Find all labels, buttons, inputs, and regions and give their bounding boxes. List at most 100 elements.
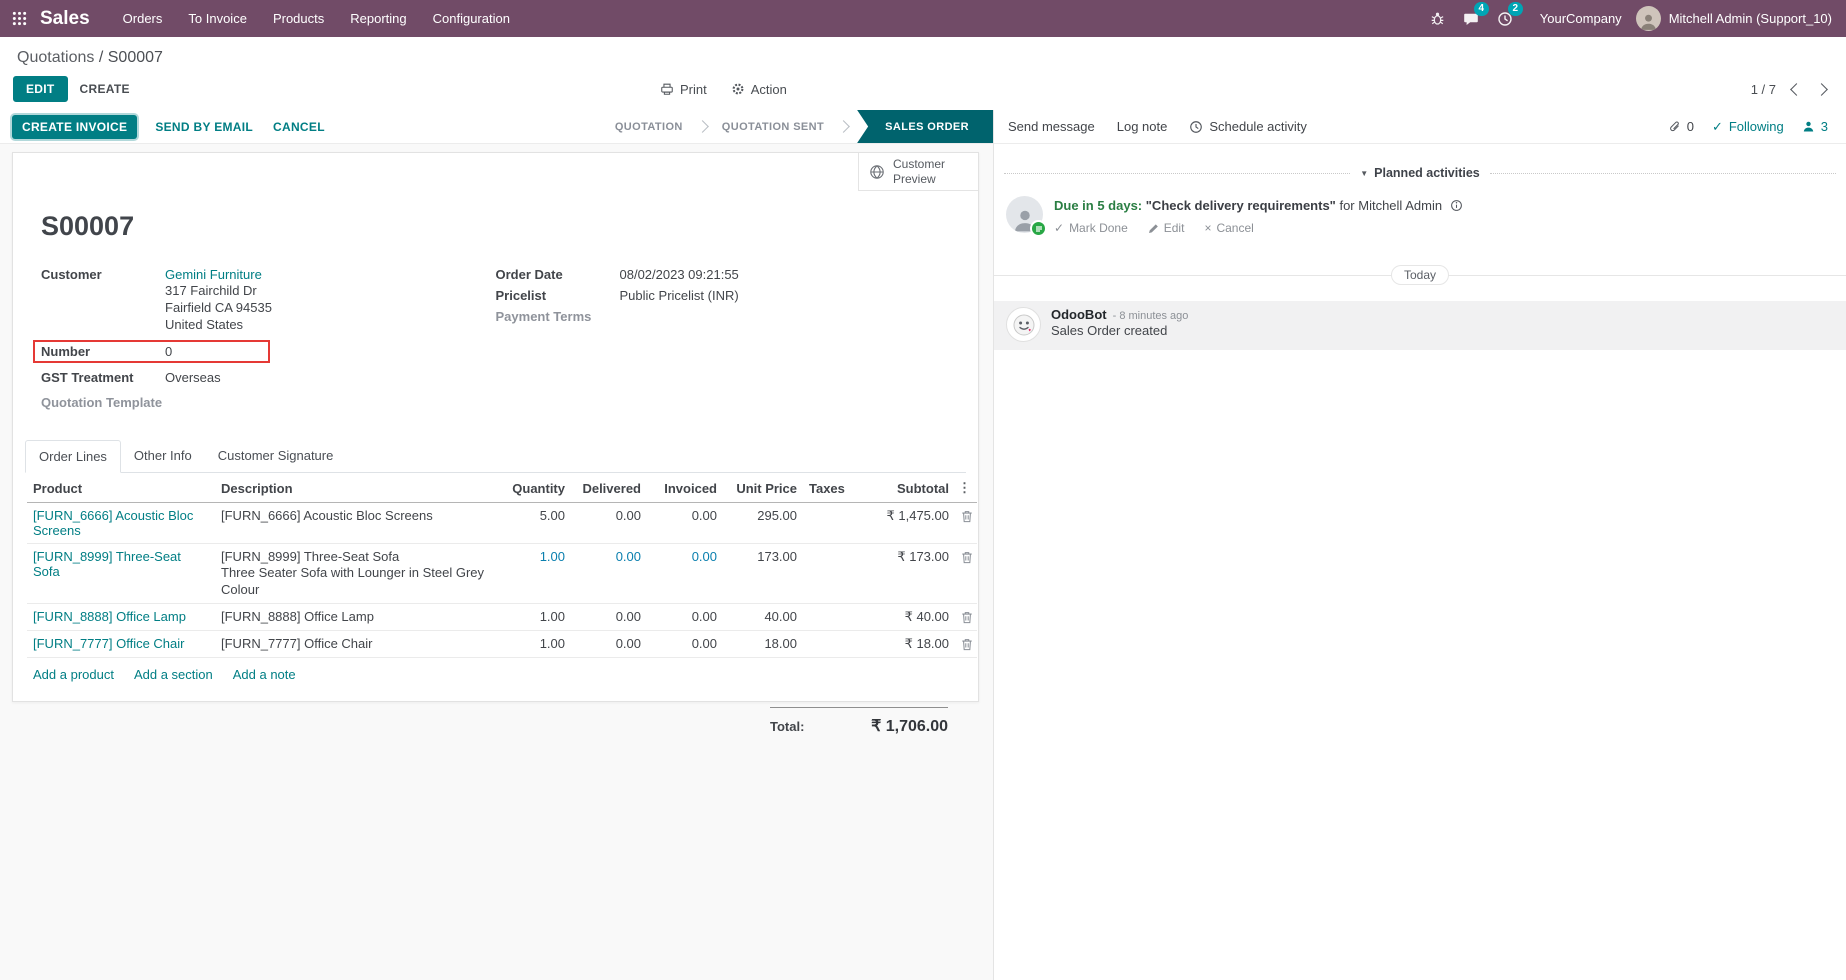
line-unit-price: 18.00	[723, 631, 803, 658]
attachments-button[interactable]: 0	[1668, 119, 1694, 134]
tab-order-lines[interactable]: Order Lines	[25, 440, 121, 473]
menu-to-invoice[interactable]: To Invoice	[175, 0, 260, 37]
pager-previous-icon[interactable]	[1790, 83, 1803, 96]
delete-line-icon[interactable]	[961, 611, 971, 624]
delete-line-icon[interactable]	[961, 551, 971, 564]
control-panel: EDIT CREATE Print Action 1 / 7	[0, 69, 1846, 110]
line-quantity: 5.00	[497, 503, 571, 544]
customer-preview-button[interactable]: Customer Preview	[858, 153, 978, 191]
notebook-tabs: Order Lines Other Info Customer Signatur…	[25, 439, 966, 473]
close-icon: ×	[1204, 221, 1211, 235]
menu-configuration[interactable]: Configuration	[420, 0, 523, 37]
line-description: [FURN_8999] Three-Seat Sofa	[221, 549, 491, 564]
log-note-button[interactable]: Log note	[1117, 119, 1168, 134]
planned-activities-header[interactable]: ▼ Planned activities	[1004, 166, 1836, 180]
apps-grid-icon[interactable]	[0, 11, 38, 26]
followers-button[interactable]: 3	[1802, 119, 1828, 134]
debug-bug-icon[interactable]	[1421, 5, 1454, 32]
activities-clock-icon[interactable]: 2	[1488, 5, 1522, 33]
activity-due: Due in 5 days:	[1054, 198, 1142, 213]
mark-done-button[interactable]: ✓ Mark Done	[1054, 221, 1128, 235]
menu-reporting[interactable]: Reporting	[337, 0, 419, 37]
order-line-row: [FURN_6666] Acoustic Bloc Screens [FURN_…	[27, 503, 977, 544]
order-total: Total: ₹ 1,706.00	[770, 707, 948, 736]
stage-sales-order[interactable]: SALES ORDER	[857, 110, 993, 143]
odoobot-avatar	[1006, 307, 1041, 342]
top-navbar: Sales Orders To Invoice Products Reporti…	[0, 0, 1846, 37]
message-body: Sales Order created	[1051, 323, 1188, 338]
customer-link[interactable]: Gemini Furniture	[165, 267, 262, 282]
info-icon[interactable]	[1450, 199, 1463, 212]
breadcrumb-quotations[interactable]: Quotations	[17, 49, 94, 66]
customer-label: Customer	[41, 267, 165, 282]
line-subtotal: ₹ 1,475.00	[859, 503, 955, 544]
activity-type-badge	[1030, 220, 1047, 237]
add-a-product-link[interactable]: Add a product	[33, 667, 114, 682]
pager-next-icon[interactable]	[1815, 83, 1828, 96]
product-link[interactable]: [FURN_7777] Office Chair	[33, 636, 185, 651]
add-a-section-link[interactable]: Add a section	[134, 667, 213, 682]
following-label: Following	[1729, 119, 1784, 134]
gst-treatment-label: GST Treatment	[41, 370, 165, 385]
activity-summary: "Check delivery requirements"	[1146, 198, 1336, 213]
col-quantity: Quantity	[497, 473, 571, 503]
attachments-count: 0	[1687, 119, 1694, 134]
activity-item: Due in 5 days: "Check delivery requireme…	[994, 180, 1846, 235]
gst-treatment-value: Overseas	[165, 370, 221, 385]
line-unit-price: 173.00	[723, 544, 803, 604]
menu-products[interactable]: Products	[260, 0, 337, 37]
tab-customer-signature[interactable]: Customer Signature	[205, 440, 347, 473]
cancel-button[interactable]: CANCEL	[263, 115, 335, 139]
line-unit-price: 295.00	[723, 503, 803, 544]
send-message-button[interactable]: Send message	[1008, 119, 1095, 134]
tab-other-info[interactable]: Other Info	[121, 440, 205, 473]
action-button[interactable]: Action	[731, 82, 787, 97]
stage-quotation[interactable]: QUOTATION	[601, 110, 697, 143]
menu-orders[interactable]: Orders	[110, 0, 176, 37]
col-subtotal: Subtotal	[859, 473, 955, 503]
add-a-note-link[interactable]: Add a note	[233, 667, 296, 682]
form-sheet: Customer Preview S00007 Customer Gemini …	[12, 152, 979, 702]
paperclip-icon	[1668, 120, 1681, 133]
edit-button[interactable]: EDIT	[13, 76, 68, 102]
line-taxes	[803, 544, 859, 604]
dotted-divider	[1004, 173, 1350, 174]
schedule-activity-button[interactable]: Schedule activity	[1189, 119, 1307, 134]
activity-avatar	[1006, 196, 1043, 233]
pricelist-label: Pricelist	[496, 288, 620, 303]
line-description: [FURN_6666] Acoustic Bloc Screens	[215, 503, 497, 544]
quotation-template-label: Quotation Template	[41, 395, 165, 410]
create-button[interactable]: CREATE	[68, 77, 142, 101]
stage-quotation-sent[interactable]: QUOTATION SENT	[708, 110, 838, 143]
col-product: Product	[27, 473, 215, 503]
line-invoiced: 0.00	[647, 631, 723, 658]
send-by-email-button[interactable]: SEND BY EMAIL	[145, 115, 263, 139]
cancel-activity-button[interactable]: × Cancel	[1204, 221, 1253, 235]
product-link[interactable]: [FURN_8888] Office Lamp	[33, 609, 186, 624]
delete-line-icon[interactable]	[961, 638, 971, 651]
message-author[interactable]: OdooBot	[1051, 307, 1107, 322]
line-quantity: 1.00	[497, 604, 571, 631]
printer-icon	[660, 82, 674, 96]
create-invoice-button[interactable]: CREATE INVOICE	[12, 115, 137, 139]
gear-icon	[731, 82, 745, 96]
delete-line-icon[interactable]	[961, 510, 971, 523]
line-delivered: 0.00	[571, 544, 647, 604]
user-menu[interactable]: Mitchell Admin (Support_10)	[1636, 6, 1832, 31]
product-link[interactable]: [FURN_8999] Three-Seat Sofa	[33, 549, 181, 579]
chatter-message: OdooBot - 8 minutes ago Sales Order crea…	[994, 301, 1846, 350]
line-unit-price: 40.00	[723, 604, 803, 631]
print-button[interactable]: Print	[660, 82, 707, 97]
app-name[interactable]: Sales	[40, 8, 90, 30]
number-label: Number	[41, 344, 165, 359]
total-label: Total:	[770, 719, 804, 734]
messages-icon[interactable]: 4	[1454, 5, 1488, 33]
following-button[interactable]: ✓ Following	[1712, 119, 1784, 135]
company-switcher[interactable]: YourCompany	[1540, 11, 1622, 26]
globe-icon	[869, 164, 885, 180]
product-link[interactable]: [FURN_6666] Acoustic Bloc Screens	[33, 508, 193, 538]
fields-right: Order Date 08/02/2023 09:21:55 Pricelist…	[496, 264, 951, 413]
optional-columns-icon[interactable]: ⋮	[958, 480, 971, 496]
edit-activity-button[interactable]: Edit	[1148, 221, 1185, 235]
line-description-2: Three Seater Sofa with Lounger in Steel …	[221, 564, 491, 598]
